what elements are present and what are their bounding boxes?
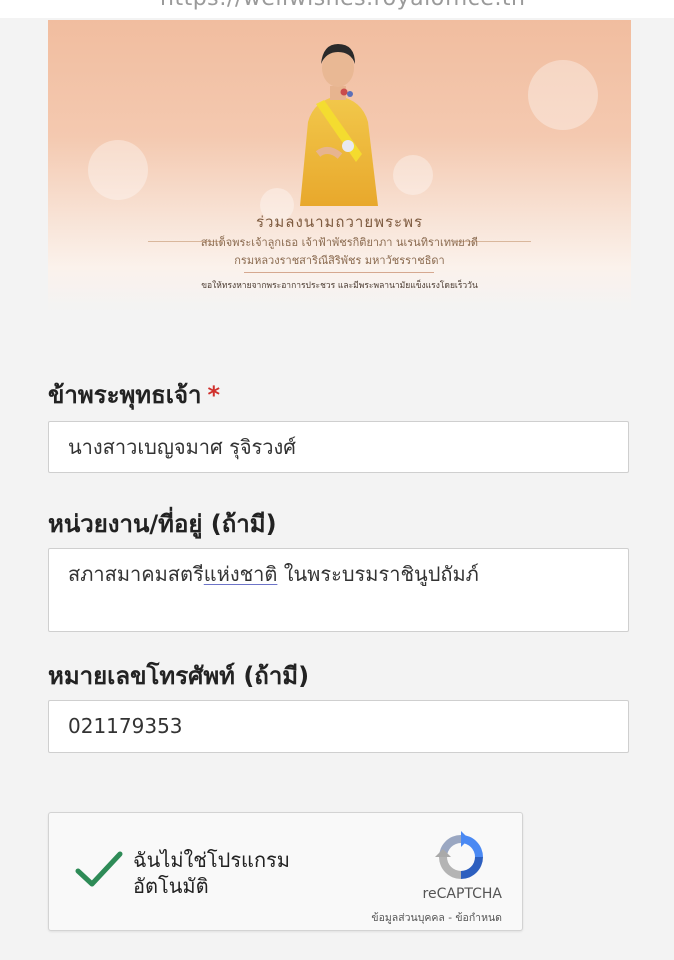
url-text: https://wellwishes.royaloffice.th — [160, 0, 526, 11]
recaptcha-widget: ฉันไม่ใช่โปรแกรม อัตโนมัติ reCAPTCHA ข้อ… — [48, 812, 523, 931]
checkmark-icon[interactable] — [75, 849, 123, 889]
name-input[interactable]: นางสาวเบญจมาศ รุจิรวงศ์ — [48, 421, 629, 473]
banner-wish-text: ขอให้ทรงหายจากพระอาการประชวร และมีพระพลา… — [201, 281, 478, 291]
recaptcha-label-line2: อัตโนมัติ — [133, 874, 209, 898]
org-value-spellcheck-word: แห่งชาติ — [203, 562, 278, 586]
org-value-part3: ในพระบรมราชินูปถัมภ์ — [277, 562, 479, 586]
org-textarea[interactable]: สภาสมาคมสตรีแห่งชาติ ในพระบรมราชินูปถัมภ… — [48, 548, 629, 632]
name-label: ข้าพระพุทธเจ้า * — [48, 375, 220, 414]
terms-link[interactable]: ข้อกำหนด — [455, 912, 502, 924]
bokeh-light — [88, 140, 148, 200]
banner-subtitle-line2: กรมหลวงราชสาริณีสิริพัชร มหาวัชรราชธิดา — [234, 254, 445, 267]
recaptcha-logo-icon — [435, 831, 483, 879]
org-value-part1: สภาสมาคมสตรี — [68, 562, 204, 586]
org-label: หน่วยงาน/ที่อยู่ (ถ้ามี) — [48, 510, 277, 538]
recaptcha-label: ฉันไม่ใช่โปรแกรม อัตโนมัติ — [133, 847, 290, 899]
royal-portrait — [300, 44, 378, 206]
bokeh-light — [528, 60, 598, 130]
bokeh-light — [393, 155, 433, 195]
recaptcha-links: ข้อมูลส่วนบุคคล - ข้อกำหนด — [371, 909, 502, 926]
name-label-text: ข้าพระพุทธเจ้า — [48, 381, 202, 409]
banner-title: ร่วมลงนามถวายพระพร — [255, 213, 424, 231]
privacy-link[interactable]: ข้อมูลส่วนบุคคล — [371, 912, 444, 924]
name-input-value: นางสาวเบญจมาศ รุจิรวงศ์ — [68, 435, 296, 459]
phone-input[interactable]: 021179353 — [48, 700, 629, 753]
phone-input-value: 021179353 — [68, 714, 183, 738]
required-mark: * — [207, 381, 221, 409]
banner-divider — [244, 272, 434, 273]
banner-subtitle-line1: สมเด็จพระเจ้าลูกเธอ เจ้าฟ้าพัชรกิติยาภา … — [200, 236, 479, 249]
recaptcha-label-line1: ฉันไม่ใช่โปรแกรม — [133, 848, 290, 872]
recaptcha-brand: reCAPTCHA — [422, 886, 502, 902]
phone-label: หมายเลขโทรศัพท์ (ถ้ามี) — [48, 662, 310, 690]
link-separator: - — [444, 912, 456, 924]
address-bar[interactable]: https://wellwishes.royaloffice.th — [0, 0, 674, 18]
hero-banner: ร่วมลงนามถวายพระพร สมเด็จพระเจ้าลูกเธอ เ… — [48, 20, 631, 312]
